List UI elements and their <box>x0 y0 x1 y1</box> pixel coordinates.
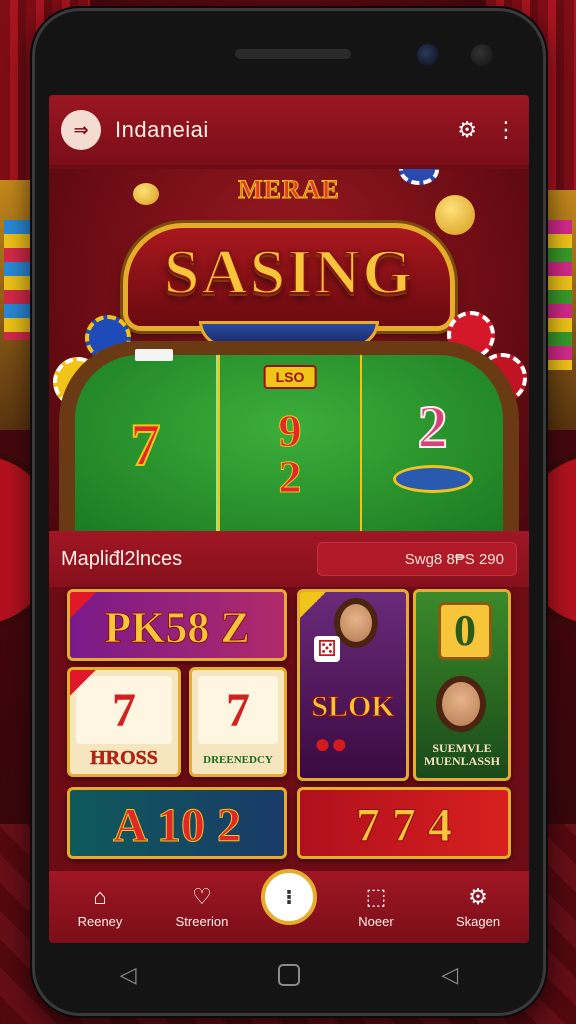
home-button-icon[interactable] <box>277 964 300 986</box>
hero-subtitle: MERAE <box>238 175 340 205</box>
nav-item-settings[interactable]: ⚙ Skagen <box>435 883 521 929</box>
game-tile-title: SLOK <box>311 690 395 724</box>
settings-icon: ⚙ <box>468 883 488 909</box>
bag-icon: ⬚ <box>365 883 387 909</box>
recents-icon[interactable]: ◁ <box>441 962 458 988</box>
dealer-avatar <box>334 598 378 648</box>
front-camera <box>417 44 439 66</box>
game-tile[interactable]: PK58 Z <box>67 589 287 661</box>
app-title: Indaneiai <box>115 117 209 142</box>
gear-icon[interactable]: ⚙ <box>457 119 477 141</box>
card-decoration <box>135 349 173 361</box>
game-tile[interactable]: 7 HROSS <box>67 667 181 777</box>
system-navigation-bar: ◁ ◁ <box>49 951 529 999</box>
nav-label: Reeney <box>77 913 123 929</box>
table-number-left: 7 <box>129 412 161 478</box>
game-tile-title: SUEMVLE MUENLASSH <box>416 740 508 768</box>
dice-icon: ⚄ <box>314 636 340 662</box>
more-vert-icon[interactable]: ⋮ <box>495 119 517 141</box>
app-logo-icon[interactable]: ⇒ <box>61 110 101 150</box>
casino-table: 7 LSO 9 2 2 <box>59 341 519 531</box>
nav-label: Noeer <box>358 913 394 929</box>
home-icon: ⌂ <box>93 883 107 909</box>
table-felt: 7 LSO 9 2 2 <box>75 349 503 531</box>
cherry-icon: ●● <box>314 728 348 759</box>
phone-frame: ⇒ Indaneiai ⚙ ⋮ MERAE SASING 7 LSO 9 2 2… <box>32 8 546 1016</box>
header-actions: ⚙ ⋮ <box>457 119 517 141</box>
table-number-mid-bottom: 2 <box>278 451 302 502</box>
table-column-left: 7 <box>75 349 218 531</box>
proximity-sensor <box>471 44 493 66</box>
nav-item-home[interactable]: ⌂ Reeney <box>57 883 143 929</box>
center-action-button[interactable]: ⁝ <box>261 869 317 925</box>
game-tile-title-line1: SUEMVLE <box>432 740 492 755</box>
game-tile-title: 7 7 4 <box>356 799 453 853</box>
nav-item-shop[interactable]: ⬚ Noeer <box>333 883 419 929</box>
section-header: Mapliđl2lnces Swg8 8₱S 290 <box>49 531 529 587</box>
hero-title: SASING <box>163 235 415 308</box>
table-column-right: 2 <box>362 355 503 531</box>
game-tile-title: A 10 2 <box>112 799 241 853</box>
app-screen: ⇒ Indaneiai ⚙ ⋮ MERAE SASING 7 LSO 9 2 2… <box>49 95 529 943</box>
table-number-right: 2 <box>417 394 449 460</box>
app-header: ⇒ Indaneiai ⚙ ⋮ <box>49 95 529 165</box>
table-badge: LSO <box>263 365 317 389</box>
section-title: Mapliđl2lnces <box>61 547 183 570</box>
hero-banner[interactable]: MERAE SASING 7 LSO 9 2 2 <box>49 169 529 531</box>
game-tile[interactable]: 7 7 4 <box>297 787 511 859</box>
game-tile[interactable]: 0 SUEMVLE MUENLASSH <box>413 589 511 781</box>
bottom-navigation: ⌂ Reeney ♡ Streerion ⁝ ⬚ Noeer ⚙ Skagen <box>49 869 529 943</box>
game-tile-title: HROSS <box>90 747 158 770</box>
heart-location-icon: ♡ <box>192 883 212 909</box>
new-ribbon-icon <box>300 592 328 620</box>
hot-ribbon-icon <box>70 670 98 698</box>
slot-reel: 7 <box>198 676 278 744</box>
game-tile-number: 0 <box>438 602 492 660</box>
nav-item-location[interactable]: ♡ Streerion <box>159 883 245 929</box>
game-tile[interactable]: 7 DREENEDCY <box>189 667 287 777</box>
table-number-mid-top: 9 <box>278 405 302 456</box>
back-icon[interactable]: ◁ <box>120 962 137 988</box>
nav-label: Streerion <box>175 913 229 929</box>
game-tile-title-line2: MUENLASSH <box>423 753 500 768</box>
center-action-icon: ⁝ <box>285 886 293 909</box>
dealer-avatar <box>436 676 486 732</box>
phone-speaker <box>235 49 351 59</box>
balance-display[interactable]: Swg8 8₱S 290 <box>317 542 517 576</box>
game-tile[interactable]: A 10 2 <box>67 787 287 859</box>
game-tile-title: DREENEDCY <box>203 754 273 766</box>
game-tile-title: PK58 Z <box>104 603 250 653</box>
nav-label: Skagen <box>455 913 501 929</box>
game-tile[interactable]: ⚄ SLOK ●● <box>297 589 409 781</box>
table-column-middle: LSO 9 2 <box>217 355 363 531</box>
table-token <box>392 465 473 493</box>
